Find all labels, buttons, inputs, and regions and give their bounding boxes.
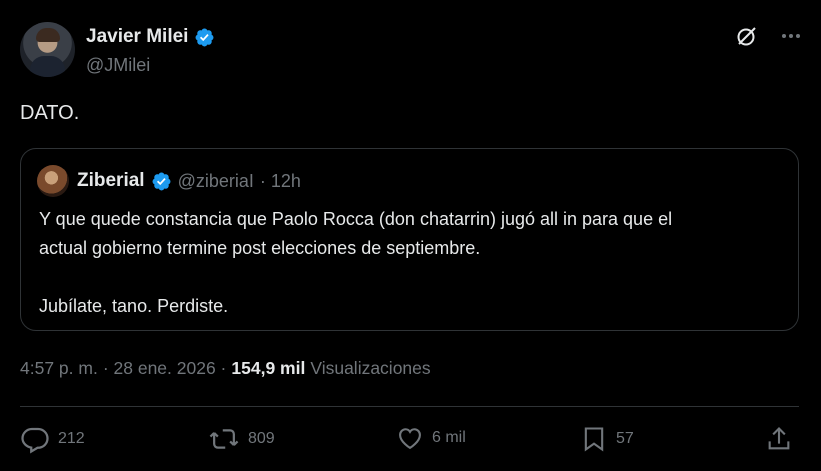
views-count: 154,9 mil xyxy=(231,358,306,378)
more-icon[interactable] xyxy=(781,26,801,46)
reply-count: 212 xyxy=(58,430,85,447)
quoted-avatar[interactable] xyxy=(37,165,69,197)
repost-button[interactable]: 809 xyxy=(208,424,275,454)
divider xyxy=(20,406,799,407)
like-count: 6 mil xyxy=(432,429,466,446)
tweet-header: Javier Milei @JMilei xyxy=(20,22,801,78)
repost-count: 809 xyxy=(248,430,275,447)
header-actions xyxy=(735,24,801,48)
author-avatar[interactable] xyxy=(20,22,75,77)
quoted-name[interactable]: Ziberial xyxy=(77,170,145,192)
quoted-tweet[interactable]: Ziberial @ziberiaI · 12h Y que quede con… xyxy=(20,148,799,331)
share-icon xyxy=(768,427,790,450)
quoted-line-2: actual gobierno termine post elecciones … xyxy=(39,238,481,258)
repost-icon xyxy=(209,429,239,449)
author-name-row: Javier Milei xyxy=(86,26,215,48)
grok-icon[interactable] xyxy=(735,24,759,48)
reply-icon xyxy=(21,427,49,454)
bookmark-count: 57 xyxy=(616,430,634,447)
views-label: Visualizaciones xyxy=(310,358,431,378)
quoted-time: · 12h xyxy=(259,170,301,191)
like-button[interactable]: 6 mil xyxy=(396,424,466,452)
quoted-line-3: Jubílate, tano. Perdiste. xyxy=(39,296,229,316)
quoted-line-1: Y que quede constancia que Paolo Rocca (… xyxy=(39,209,673,229)
tweet-text: DATO. xyxy=(20,102,80,124)
action-bar: 212 809 6 mil 57 xyxy=(20,424,799,456)
tweet-time[interactable]: 4:57 p. m. xyxy=(20,358,98,379)
tweet-meta: 4:57 p. m. · 28 ene. 2026 · 154,9 mil Vi… xyxy=(20,358,431,379)
reply-button[interactable]: 212 xyxy=(20,424,85,454)
bookmark-icon xyxy=(584,427,604,452)
author-handle[interactable]: @JMilei xyxy=(86,55,150,76)
tweet-date: · 28 ene. 2026 · xyxy=(102,358,227,378)
share-button[interactable] xyxy=(765,424,793,454)
author-name[interactable]: Javier Milei xyxy=(86,26,188,48)
verified-badge-icon xyxy=(152,172,171,190)
verified-badge-icon xyxy=(195,28,214,46)
quoted-text: Y que quede constancia que Paolo Rocca (… xyxy=(39,205,784,321)
bookmark-button[interactable]: 57 xyxy=(580,424,634,454)
quoted-header: Ziberial @ziberiaI · 12h xyxy=(77,170,301,192)
like-icon xyxy=(399,428,421,450)
quoted-handle[interactable]: @ziberiaI xyxy=(178,171,254,192)
